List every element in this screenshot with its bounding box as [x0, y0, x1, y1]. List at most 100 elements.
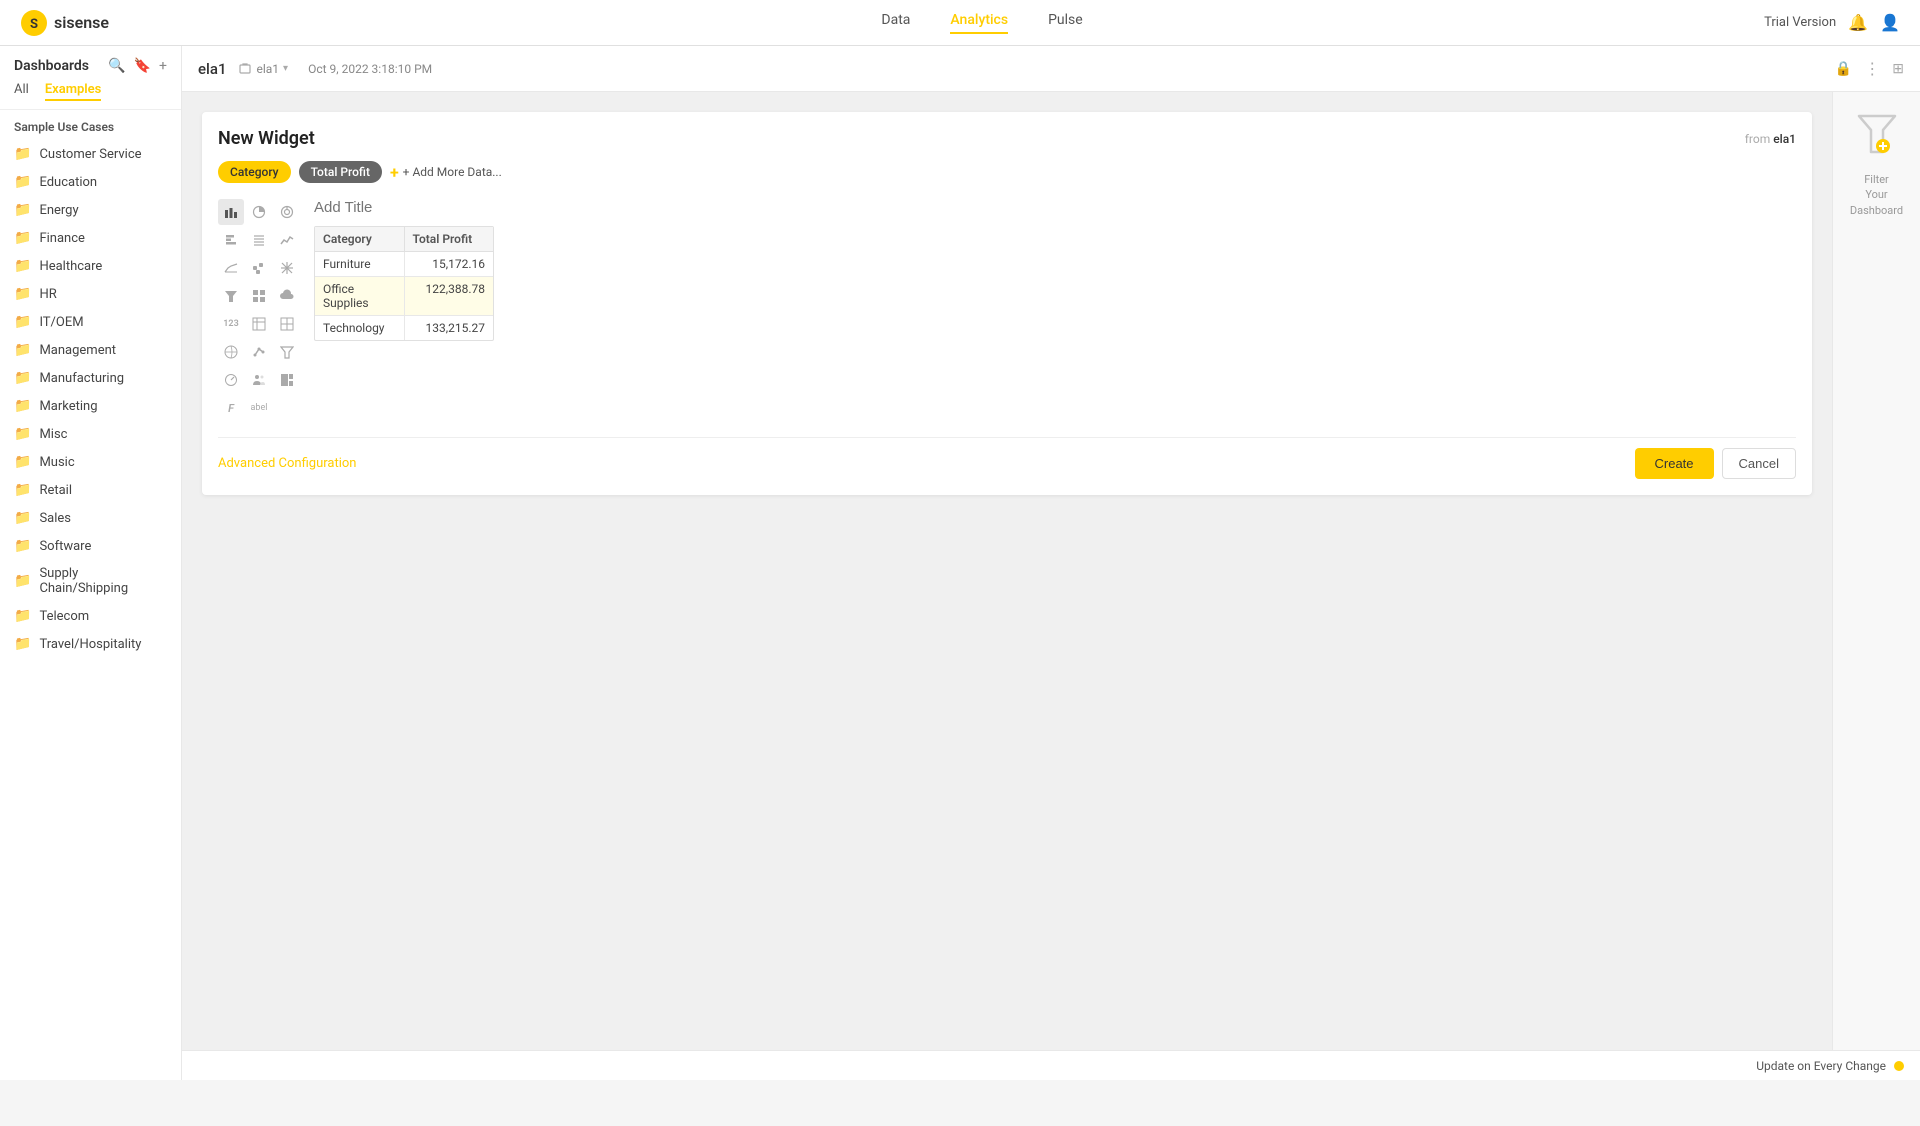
- chart-icon-scatter[interactable]: [246, 255, 272, 281]
- chart-icon-kpi[interactable]: [246, 339, 272, 365]
- sidebar: Dashboards 🔍 🔖 + All Examples Sample Use…: [0, 46, 182, 1080]
- chart-icon-number[interactable]: 123: [218, 311, 244, 337]
- sidebar-item-music[interactable]: 📁 Music: [0, 448, 181, 476]
- sidebar-item-education[interactable]: 📁 Education: [0, 168, 181, 196]
- sidebar-item-itoem[interactable]: 📁 IT/OEM: [0, 308, 181, 336]
- sidebar-item-hr[interactable]: 📁 HR: [0, 280, 181, 308]
- sidebar-item-label: Retail: [39, 483, 72, 498]
- sidebar-item-manufacturing[interactable]: 📁 Manufacturing: [0, 364, 181, 392]
- sidebar-item-energy[interactable]: 📁 Energy: [0, 196, 181, 224]
- data-pills: Category Total Profit + + Add More Data.…: [218, 161, 1796, 183]
- widget-builder: 123: [218, 199, 1796, 421]
- sidebar-item-label: Sales: [39, 511, 71, 526]
- chart-icon-line[interactable]: [274, 227, 300, 253]
- widget-preview-area: Category Total Profit Furniture 15,172.1…: [314, 199, 1796, 421]
- breadcrumb-label: ela1: [256, 62, 279, 76]
- advanced-config-link[interactable]: Advanced Configuration: [218, 456, 356, 471]
- nav-analytics[interactable]: Analytics: [950, 12, 1008, 34]
- sidebar-item-label: Misc: [39, 427, 67, 442]
- sidebar-item-label: Telecom: [39, 609, 89, 624]
- cancel-button[interactable]: Cancel: [1722, 448, 1796, 479]
- sidebar-item-label: Finance: [39, 231, 84, 246]
- chart-icon-table-alt[interactable]: [246, 283, 272, 309]
- folder-icon: 📁: [14, 230, 31, 246]
- sidebar-tabs: All Examples: [0, 82, 181, 110]
- lock-icon[interactable]: 🔒: [1835, 61, 1852, 77]
- chart-icon-bar2[interactable]: [246, 199, 272, 225]
- chart-icon-list[interactable]: [246, 227, 272, 253]
- trial-version-label: Trial Version: [1764, 15, 1836, 30]
- sidebar-item-supply-chain[interactable]: 📁 Supply Chain/Shipping: [0, 560, 181, 602]
- sisense-logo-icon: S: [20, 9, 48, 37]
- user-icon[interactable]: 👤: [1880, 13, 1900, 32]
- sidebar-item-management[interactable]: 📁 Management: [0, 336, 181, 364]
- add-title-input[interactable]: [314, 199, 514, 216]
- update-bar: Update on Every Change: [182, 1050, 1920, 1080]
- chart-icon-crosstab[interactable]: [246, 311, 272, 337]
- table-cell-category-1: Office Supplies: [315, 277, 405, 315]
- folder-icon: 📁: [14, 538, 31, 554]
- chart-icon-funnel[interactable]: [218, 283, 244, 309]
- sidebar-item-marketing[interactable]: 📁 Marketing: [0, 392, 181, 420]
- tab-examples[interactable]: Examples: [45, 82, 102, 101]
- chart-icon-pivot[interactable]: [274, 311, 300, 337]
- sidebar-item-sales[interactable]: 📁 Sales: [0, 504, 181, 532]
- chart-icon-starburst[interactable]: [274, 255, 300, 281]
- filter-your-label: Your: [1865, 188, 1887, 201]
- sidebar-item-customer-service[interactable]: 📁 Customer Service: [0, 140, 181, 168]
- sidebar-item-misc[interactable]: 📁 Misc: [0, 420, 181, 448]
- sidebar-item-telecom[interactable]: 📁 Telecom: [0, 602, 181, 630]
- breadcrumb-chevron-icon: ▾: [283, 63, 288, 74]
- chart-icon-treemap[interactable]: [274, 367, 300, 393]
- folder-icon: 📁: [14, 370, 31, 386]
- update-bar-label: Update on Every Change: [1756, 1059, 1886, 1073]
- bell-icon[interactable]: 🔔: [1848, 13, 1868, 32]
- sidebar-item-finance[interactable]: 📁 Finance: [0, 224, 181, 252]
- create-button[interactable]: Create: [1635, 448, 1714, 479]
- dashboard-area: ela1 ela1 ▾ Oct 9, 2022 3:18:10 PM 🔒 ⋮ ⊞…: [182, 46, 1920, 1080]
- grid-icon[interactable]: ⊞: [1892, 61, 1904, 77]
- chart-icons-grid: 123: [218, 199, 298, 421]
- chart-icon-text-f[interactable]: F: [218, 395, 244, 421]
- chart-icon-indicator[interactable]: [218, 367, 244, 393]
- pill-total-profit[interactable]: Total Profit: [299, 161, 382, 183]
- sidebar-item-label: Travel/Hospitality: [39, 637, 141, 652]
- search-icon[interactable]: 🔍: [108, 58, 125, 74]
- chart-icon-cloud[interactable]: [274, 283, 300, 309]
- table-cell-category-2: Technology: [315, 316, 405, 340]
- chart-icon-text-label[interactable]: abel: [246, 395, 272, 421]
- sidebar-item-label: Marketing: [39, 399, 97, 414]
- filter-label: Filter: [1864, 173, 1889, 186]
- more-options-icon[interactable]: ⋮: [1864, 59, 1880, 78]
- pill-category[interactable]: Category: [218, 161, 291, 183]
- chart-icon-people[interactable]: [246, 367, 272, 393]
- chart-icon-area[interactable]: [218, 255, 244, 281]
- main-content: New Widget from ela1 Category Total Prof…: [182, 92, 1920, 1050]
- nav-data[interactable]: Data: [881, 12, 910, 34]
- chart-icon-pie[interactable]: [274, 199, 300, 225]
- bookmark-icon[interactable]: 🔖: [134, 58, 151, 74]
- update-dot-indicator: [1894, 1061, 1904, 1071]
- add-icon[interactable]: +: [159, 58, 167, 74]
- table-preview: Category Total Profit Furniture 15,172.1…: [314, 226, 494, 341]
- footer-actions: Create Cancel: [1635, 448, 1797, 479]
- pill-total-profit-label: Total Profit: [311, 165, 370, 179]
- sidebar-item-travel[interactable]: 📁 Travel/Hospitality: [0, 630, 181, 658]
- sidebar-item-retail[interactable]: 📁 Retail: [0, 476, 181, 504]
- chart-icon-bar-h[interactable]: [218, 227, 244, 253]
- sidebar-item-healthcare[interactable]: 📁 Healthcare: [0, 252, 181, 280]
- sidebar-item-label: Music: [39, 455, 74, 470]
- add-more-data-btn[interactable]: + + Add More Data...: [390, 163, 502, 182]
- add-more-data-label: + Add More Data...: [403, 165, 502, 179]
- nav-pulse[interactable]: Pulse: [1048, 12, 1083, 34]
- folder-icon: 📁: [14, 146, 31, 162]
- chart-icon-map[interactable]: [218, 339, 244, 365]
- nav-right: Trial Version 🔔 👤: [1764, 13, 1900, 32]
- chart-icon-filter[interactable]: [274, 339, 300, 365]
- sidebar-item-software[interactable]: 📁 Software: [0, 532, 181, 560]
- chart-icon-column[interactable]: [218, 199, 244, 225]
- title-input-area[interactable]: [314, 199, 1796, 216]
- dashboard-breadcrumb[interactable]: ela1 ▾: [238, 62, 288, 76]
- tab-all[interactable]: All: [14, 82, 29, 101]
- filter-panel: Filter Your Dashboard: [1832, 92, 1920, 1050]
